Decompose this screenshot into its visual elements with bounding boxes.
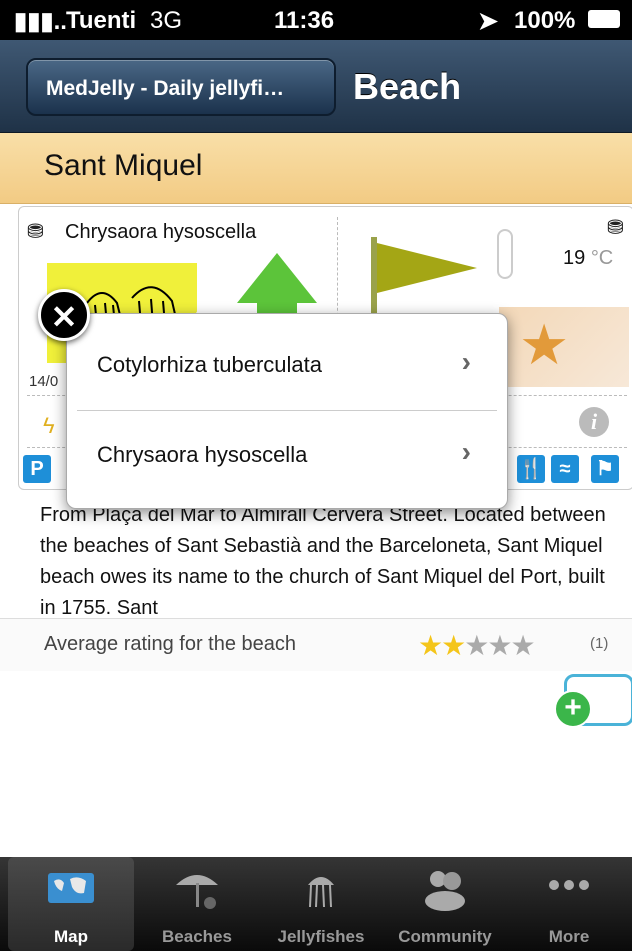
tab-community[interactable]: Community: [382, 857, 508, 951]
beach-flag-icon: [377, 243, 477, 293]
info-icon[interactable]: i: [579, 407, 609, 437]
page-title: Beach: [353, 66, 462, 107]
popover-item-cotylorhiza[interactable]: Cotylorhiza tuberculata ›: [77, 322, 497, 410]
thermometer-icon: [497, 229, 513, 279]
tab-more[interactable]: More: [506, 857, 632, 951]
carrier-label: Tuenti: [66, 7, 137, 34]
battery-icon: [588, 10, 620, 28]
rating-row: Average rating for the beach ★★★★★ (1): [0, 618, 632, 671]
starfish-icon: ★: [519, 313, 570, 376]
navigation-bar: MedJelly - Daily jellyfi… Beach: [0, 40, 632, 133]
star-icon[interactable]: ★: [510, 630, 535, 661]
report-date: 14/0: [29, 373, 59, 390]
temperature: 19 °C: [563, 247, 614, 269]
battery-percent: 100%: [514, 7, 576, 34]
community-icon: [420, 865, 470, 911]
signal-icon: ▮▮▮..: [14, 8, 67, 35]
popover-item-chrysaora[interactable]: Chrysaora hysoscella ›: [77, 412, 497, 500]
beach-name: Sant Miquel: [44, 149, 203, 182]
world-map-icon: [46, 865, 96, 911]
tab-beaches[interactable]: Beaches: [134, 857, 260, 951]
parking-icon: P: [23, 455, 51, 483]
tab-map[interactable]: Map: [8, 857, 134, 951]
binoculars-icon: ⛃: [27, 221, 44, 243]
species-popover: Cotylorhiza tuberculata › Chrysaora hyso…: [66, 313, 508, 509]
weather-storm-icon: ϟ: [43, 413, 55, 438]
trend-up-icon: [237, 253, 317, 303]
network-label: 3G: [150, 7, 183, 34]
star-icon[interactable]: ★: [487, 630, 512, 661]
rating-count: (1): [590, 635, 609, 652]
status-bar: ▮▮▮.. Tuenti 3G 11:36 ➤ 100%: [0, 0, 632, 40]
rating-stars[interactable]: ★★★★★: [418, 629, 536, 662]
popover-tip: [196, 291, 224, 313]
jellyfish-icon: [296, 865, 346, 911]
rating-label: Average rating for the beach: [44, 633, 297, 655]
restaurant-icon: 🍴: [517, 455, 545, 483]
swimming-icon: ≈: [551, 455, 579, 483]
chevron-right-icon: ›: [461, 436, 471, 467]
close-popover-button[interactable]: ✕: [38, 289, 90, 341]
add-comment-button[interactable]: +: [554, 668, 632, 732]
divider: [77, 410, 497, 411]
lifeguard-icon: ⚑: [591, 455, 619, 483]
star-icon[interactable]: ★: [464, 630, 489, 661]
tab-jellyfishes[interactable]: Jellyfishes: [258, 857, 384, 951]
species-label: Chrysaora hysoscella: [65, 221, 257, 243]
beach-header: Sant Miquel: [0, 133, 632, 204]
clock: 11:36: [274, 7, 335, 34]
location-icon: ➤: [478, 8, 499, 35]
beach-description: From Plaça del Mar to Almirall Cervera S…: [40, 504, 606, 619]
star-icon[interactable]: ★: [418, 630, 443, 661]
star-icon[interactable]: ★: [441, 630, 466, 661]
more-dots-icon: [544, 865, 594, 911]
umbrella-icon: [172, 865, 222, 911]
plus-icon: +: [554, 690, 592, 728]
chevron-right-icon: ›: [461, 346, 471, 377]
back-button[interactable]: MedJelly - Daily jellyfi…: [26, 58, 336, 116]
binoculars-icon-right: ⛃: [607, 217, 624, 239]
tab-bar: Map Beaches Jellyfishes Community More: [0, 857, 632, 951]
beach-photo: ★: [499, 307, 629, 387]
